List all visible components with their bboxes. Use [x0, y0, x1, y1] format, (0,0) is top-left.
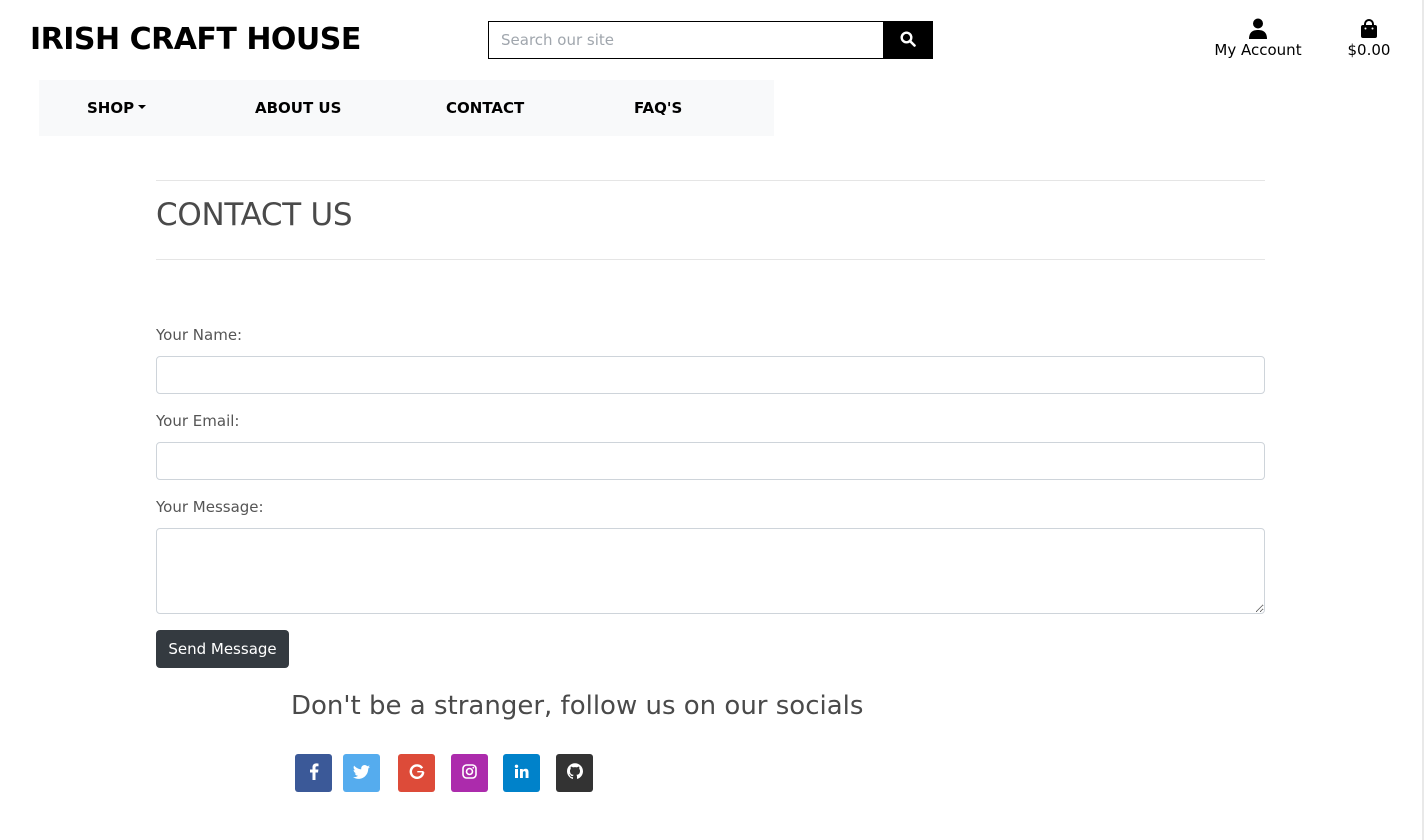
twitter-icon — [353, 764, 370, 783]
nav-item-contact[interactable]: CONTACT — [446, 80, 524, 136]
socials-heading: Don't be a stranger, follow us on our so… — [291, 691, 864, 721]
email-label: Your Email: — [156, 412, 240, 430]
page-title: CONTACT US — [156, 197, 353, 233]
send-message-button[interactable]: Send Message — [156, 630, 289, 668]
linkedin-icon — [514, 764, 529, 783]
shopping-bag-icon — [1336, 15, 1402, 39]
github-link[interactable] — [556, 754, 593, 792]
name-field[interactable] — [156, 356, 1265, 394]
caret-down-icon — [138, 105, 147, 109]
nav-item-faqs[interactable]: FAQ'S — [634, 80, 682, 136]
cart-link[interactable]: $0.00 — [1336, 15, 1402, 59]
facebook-icon — [309, 762, 319, 784]
search-button[interactable] — [883, 21, 933, 59]
search-form — [488, 21, 933, 59]
github-icon — [566, 763, 583, 783]
my-account-label: My Account — [1214, 41, 1302, 59]
message-field[interactable] — [156, 528, 1265, 614]
nav-item-shop[interactable]: SHOP — [87, 80, 147, 136]
search-input[interactable] — [488, 21, 883, 59]
google-link[interactable] — [398, 754, 435, 792]
instagram-icon — [462, 763, 477, 783]
nav-item-shop-label: SHOP — [87, 99, 135, 117]
facebook-link[interactable] — [295, 754, 332, 792]
nav-item-about-us[interactable]: ABOUT US — [255, 80, 341, 136]
google-icon — [409, 763, 425, 783]
user-icon — [1200, 15, 1316, 39]
my-account-link[interactable]: My Account — [1200, 15, 1316, 59]
brand-logo[interactable]: IRISH CRAFT HOUSE — [30, 22, 361, 58]
twitter-link[interactable] — [343, 754, 380, 792]
divider — [156, 180, 1265, 181]
cart-total: $0.00 — [1347, 41, 1391, 59]
email-field[interactable] — [156, 442, 1265, 480]
message-label: Your Message: — [156, 498, 264, 516]
linkedin-link[interactable] — [503, 754, 540, 792]
search-icon — [900, 30, 916, 50]
main-nav: SHOP ABOUT US CONTACT FAQ'S — [39, 80, 774, 136]
instagram-link[interactable] — [451, 754, 488, 792]
divider — [156, 259, 1265, 260]
name-label: Your Name: — [156, 326, 243, 344]
